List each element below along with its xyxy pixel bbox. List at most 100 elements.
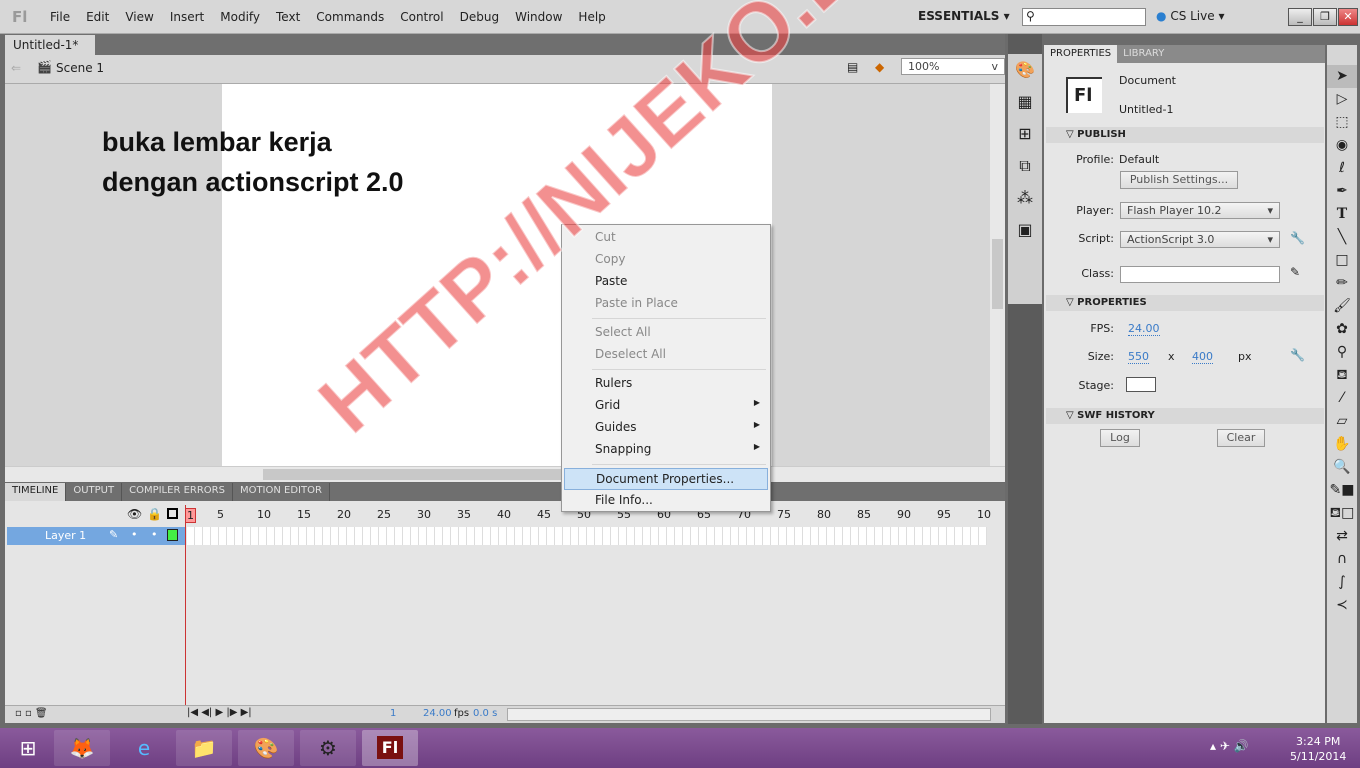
minimize-button[interactable]: _: [1288, 8, 1312, 26]
firefox-icon[interactable]: 🦊: [54, 730, 110, 766]
context-menu-item-copy[interactable]: Copy: [564, 249, 768, 271]
tab-output[interactable]: OUTPUT: [66, 483, 123, 501]
workspace-switcher[interactable]: ESSENTIALS ▾: [918, 9, 1010, 23]
frame-ruler[interactable]: 👁 🔒 1 5 10 15 20 25 30 35 40 45 50 55 60 65 70 75 80 85 90…: [5, 505, 1005, 525]
eye-icon[interactable]: 👁: [127, 507, 142, 521]
tab-properties[interactable]: PROPERTIES: [1044, 45, 1118, 63]
context-menu-item-grid[interactable]: Grid ▶: [564, 395, 768, 417]
tab-library[interactable]: LIBRARY: [1117, 45, 1170, 63]
cs-live-button[interactable]: ● CS Live ▾: [1156, 9, 1224, 23]
context-menu-item-deselect-all[interactable]: Deselect All: [564, 344, 768, 366]
line-tool-icon[interactable]: ╲: [1327, 226, 1357, 249]
clock[interactable]: 3:24 PM 5/11/2014: [1290, 734, 1346, 764]
context-menu-item-rulers[interactable]: Rulers: [564, 373, 768, 395]
close-button[interactable]: ✕: [1338, 8, 1358, 26]
snap-magnet-icon[interactable]: ∩: [1327, 548, 1357, 571]
stage-text[interactable]: buka lembar kerja dengan actionscript 2.0: [102, 122, 404, 202]
menu-view[interactable]: View: [117, 10, 161, 24]
lasso-tool-icon[interactable]: ℓ: [1327, 157, 1357, 180]
publish-section[interactable]: ▽ PUBLISH: [1046, 127, 1324, 143]
menu-file[interactable]: File: [42, 10, 78, 24]
current-frame[interactable]: 1: [390, 708, 396, 719]
restore-button[interactable]: ❐: [1313, 8, 1337, 26]
stage-horizontal-scrollbar[interactable]: [5, 466, 1005, 482]
pen-tool-icon[interactable]: ✒: [1327, 180, 1357, 203]
smooth-icon[interactable]: ∫: [1327, 571, 1357, 594]
menu-commands[interactable]: Commands: [308, 10, 392, 24]
straighten-icon[interactable]: ≺: [1327, 594, 1357, 617]
menu-text[interactable]: Text: [268, 10, 308, 24]
publish-settings-button[interactable]: Publish Settings...: [1120, 171, 1238, 189]
clear-button[interactable]: Clear: [1217, 429, 1265, 447]
tray-icons[interactable]: ▴ ✈ 🔊: [1210, 739, 1249, 753]
3d-rotation-tool-icon[interactable]: ◉: [1327, 134, 1357, 157]
context-menu-item-paste[interactable]: Paste: [564, 271, 768, 293]
context-menu-item-file-info[interactable]: File Info...: [564, 490, 768, 512]
file-explorer-icon[interactable]: 📁: [176, 730, 232, 766]
layer-row[interactable]: Layer 1 ✎ • •: [7, 527, 185, 545]
context-menu-item-document-properties[interactable]: Document Properties...: [564, 468, 768, 490]
stage-vertical-scrollbar[interactable]: [990, 84, 1005, 466]
eyedropper-tool-icon[interactable]: ⁄: [1327, 387, 1357, 410]
menu-modify[interactable]: Modify: [212, 10, 268, 24]
script-settings-wrench-icon[interactable]: 🔧: [1290, 231, 1305, 245]
context-menu-item-guides[interactable]: Guides ▶: [564, 417, 768, 439]
hand-tool-icon[interactable]: ✋: [1327, 433, 1357, 456]
tab-motion-editor[interactable]: MOTION EDITOR: [233, 483, 330, 501]
menu-window[interactable]: Window: [507, 10, 570, 24]
lock-icon[interactable]: 🔒: [147, 507, 162, 521]
internet-explorer-icon[interactable]: e: [116, 730, 172, 766]
player-select[interactable]: Flash Player 10.2 ▾: [1120, 202, 1280, 219]
menu-control[interactable]: Control: [392, 10, 451, 24]
playhead[interactable]: [185, 505, 186, 711]
width-value[interactable]: 550: [1128, 350, 1149, 364]
swap-colors-icon[interactable]: ⇄: [1327, 525, 1357, 548]
align-icon[interactable]: ⊞: [1008, 118, 1042, 150]
tab-timeline[interactable]: TIMELINE: [5, 483, 67, 501]
edit-scene-icon[interactable]: ▤: [847, 60, 858, 74]
outline-icon[interactable]: [167, 508, 178, 519]
frames-row[interactable]: [187, 527, 987, 545]
menu-edit[interactable]: Edit: [78, 10, 117, 24]
context-menu-item-cut[interactable]: Cut: [564, 227, 768, 249]
flash-taskbar-icon[interactable]: Fl: [362, 730, 418, 766]
search-input[interactable]: ⚲: [1022, 8, 1146, 26]
edit-symbols-icon[interactable]: ◆: [875, 60, 884, 74]
color-panel-icon[interactable]: 🎨: [1008, 54, 1042, 86]
stage-color-swatch[interactable]: [1126, 377, 1156, 392]
class-input[interactable]: [1120, 266, 1280, 283]
menu-debug[interactable]: Debug: [452, 10, 507, 24]
back-arrow-icon[interactable]: ⇐: [11, 61, 21, 75]
context-menu-item-select-all[interactable]: Select All: [564, 322, 768, 344]
timeline-scrollbar[interactable]: [507, 708, 991, 721]
playback-controls[interactable]: |◀ ◀| ▶ |▶ ▶|: [187, 707, 252, 718]
log-button[interactable]: Log: [1100, 429, 1140, 447]
swf-history-section[interactable]: ▽ SWF HISTORY: [1046, 408, 1324, 424]
selection-tool-icon[interactable]: ➤: [1327, 65, 1357, 88]
fps-value[interactable]: 24.00: [1128, 322, 1160, 336]
free-transform-tool-icon[interactable]: ⬚: [1327, 111, 1357, 134]
eraser-tool-icon[interactable]: ▱: [1327, 410, 1357, 433]
stage-area[interactable]: buka lembar kerja dengan actionscript 2.0: [5, 84, 990, 466]
components-icon[interactable]: ⁂: [1008, 182, 1042, 214]
pencil-tool-icon[interactable]: ✏: [1327, 272, 1357, 295]
paint-icon[interactable]: 🎨: [238, 730, 294, 766]
swatches-icon[interactable]: ▦: [1008, 86, 1042, 118]
subselection-tool-icon[interactable]: ▷: [1327, 88, 1357, 111]
stroke-color-icon[interactable]: ✎■: [1327, 479, 1357, 502]
transform-icon[interactable]: ⧉: [1008, 150, 1042, 182]
tab-untitled-1[interactable]: Untitled-1* x: [5, 35, 95, 67]
new-layer-icon[interactable]: ▫ ▫ 🗑: [15, 708, 48, 719]
start-button[interactable]: ⊞: [0, 730, 56, 766]
context-menu-item-paste-in-place[interactable]: Paste in Place: [564, 293, 768, 315]
media-app-icon[interactable]: ⚙: [300, 730, 356, 766]
bone-tool-icon[interactable]: ⚲: [1327, 341, 1357, 364]
rectangle-tool-icon[interactable]: □: [1327, 249, 1357, 272]
layer-color-icon[interactable]: [167, 529, 178, 541]
edit-class-pencil-icon[interactable]: ✎: [1290, 265, 1300, 279]
timeline-fps[interactable]: 24.00: [423, 708, 452, 719]
context-menu-item-snapping[interactable]: Snapping ▶: [564, 439, 768, 461]
scene-label[interactable]: Scene 1: [56, 61, 104, 75]
zoom-select[interactable]: 100% v: [901, 58, 1005, 75]
script-select[interactable]: ActionScript 3.0 ▾: [1120, 231, 1280, 248]
